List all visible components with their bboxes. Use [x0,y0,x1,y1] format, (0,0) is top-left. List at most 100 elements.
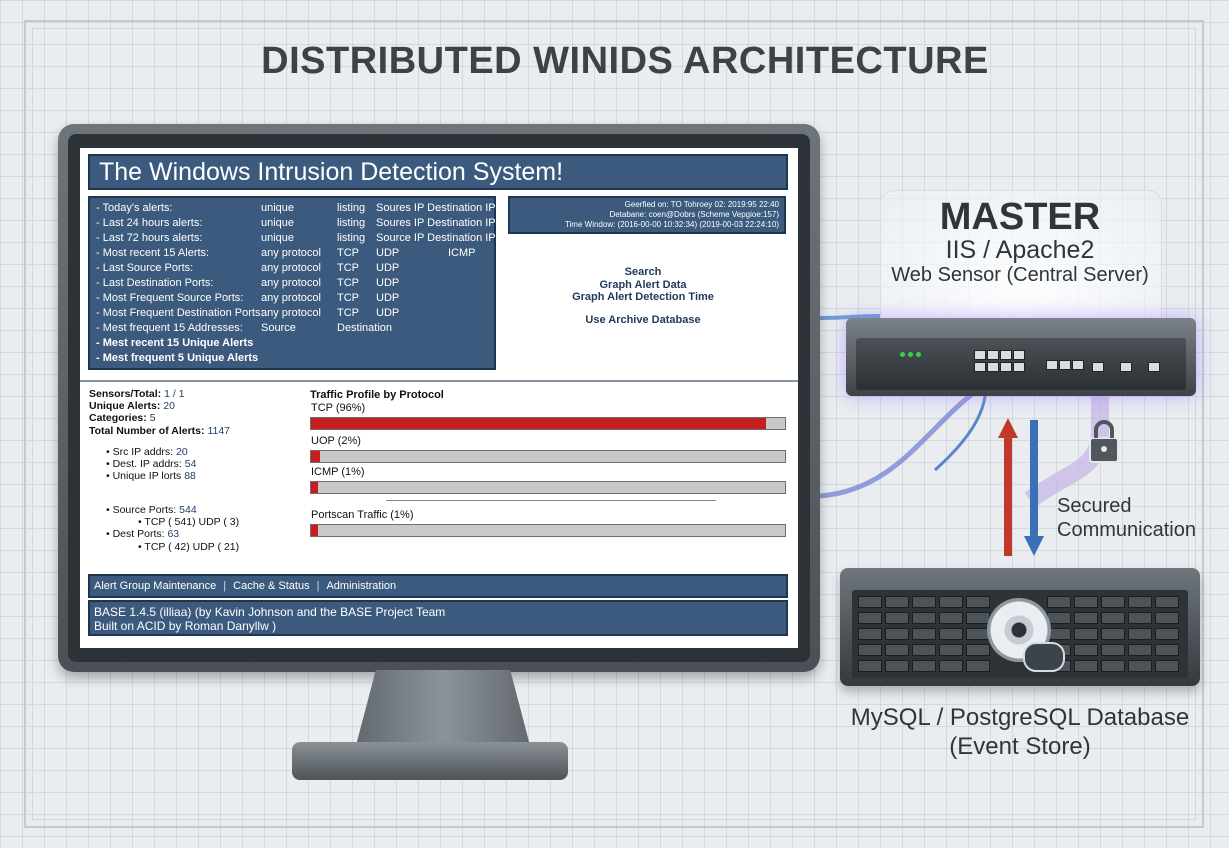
alert-menu-link[interactable]: any protocol [261,292,321,304]
traffic-bar [310,417,786,430]
alert-menu-link[interactable]: any protocol [261,262,321,274]
admin-links: Alert Group Maintenance | Cache & Status | A… [88,574,788,598]
alert-menu-label: - Last Destination Ports: [96,277,214,289]
search-link[interactable]: Search [508,266,778,279]
alert-menu-link[interactable]: Destination [337,322,392,334]
drive-bay [912,628,936,640]
traffic-bar-fill [311,525,319,536]
alert-menu-link[interactable]: Soures IP Destination IP [376,202,496,214]
server-front-panel [856,338,1186,390]
categories-value: 5 [149,412,156,425]
divider [80,380,798,382]
traffic-bar [310,450,786,463]
alert-menu-link[interactable]: TCP [337,292,359,304]
alert-menu-link[interactable]: listing [337,232,365,244]
alert-menu-link[interactable]: any protocol [261,307,321,319]
drive-bay [939,628,963,640]
total-alerts-value: 1147 [207,424,231,437]
drive-bay [1074,660,1098,672]
network-port [974,362,986,372]
unique-ip-value: 88 [184,470,196,483]
status-led [900,352,905,357]
alert-menu-link[interactable]: unique [261,202,294,214]
traffic-profile-title: Traffic Profile by Protocol [310,389,444,401]
drive-bay [966,644,990,656]
alert-menu-label[interactable]: - Mest recent 15 Unique Alerts [96,337,253,349]
master-title: MASTER [939,196,1101,238]
drive-bay [939,612,963,624]
database-title: MySQL / PostgreSQL Database [850,704,1190,731]
traffic-bar-label: UOP (2%) [311,435,361,447]
alert-menu-link[interactable]: UDP [376,292,399,304]
traffic-bar-fill [311,482,319,493]
drive-bay [939,596,963,608]
port-stats: • Source Ports: 544 • TCP ( 541) UDP ( 3… [106,504,240,553]
alert-menu: - Today's alerts: unique listing Soures IP … [88,196,496,370]
traffic-bar-label: TCP (96%) [311,402,366,414]
alert-menu-link[interactable]: TCP [337,262,359,274]
archive-database-link[interactable]: Use Archive Database [508,314,778,327]
alert-menu-label: - Last 72 hours alerts: [96,232,203,244]
graph-detection-time-link[interactable]: Graph Alert Detection Time [508,291,778,304]
alert-menu-link[interactable]: TCP [337,277,359,289]
drive-bay [1155,660,1179,672]
drive-bay [1155,596,1179,608]
alert-menu-link[interactable]: any protocol [261,277,321,289]
alert-menu-label: - Last 24 hours alerts: [96,217,203,229]
cache-status-link[interactable]: Cache & Status [233,580,309,592]
alert-group-maintenance-link[interactable]: Alert Group Maintenance [94,580,216,592]
alert-menu-link[interactable]: unique [261,232,294,244]
total-alerts-label: Total Number of Alerts: [89,424,205,437]
drive-bay [1155,612,1179,624]
alert-menu-label: - Most recent 15 Alerts: [96,247,210,259]
network-port [1059,360,1071,370]
alert-menu-link[interactable]: any protocol [261,247,321,259]
administration-link[interactable]: Administration [326,580,396,592]
alert-stats: Sensors/Total: 1 / 1 Unique Alerts: 20 C… [89,388,230,437]
drive-bay [885,644,909,656]
master-software: IIS / Apache2 [945,236,1095,264]
alert-menu-link[interactable]: listing [337,217,365,229]
alert-menu-link[interactable]: UDP [376,307,399,319]
alert-menu-link[interactable]: listing [337,202,365,214]
query-info-box: Geerfied on: TO Tohroey 02: 2019:95 22:4… [508,196,786,234]
status-led [908,352,913,357]
alert-menu-link[interactable]: unique [261,217,294,229]
dest-ports-label: Dest Ports: [112,528,165,541]
traffic-bar [310,481,786,494]
alert-menu-label[interactable]: - Mest frequent 5 Unique Alerts [96,352,258,364]
source-ports-label: Source Ports: [112,504,177,516]
unique-ip-label: Unique IP lorts [112,470,182,483]
drive-bay [939,660,963,672]
alert-menu-link[interactable]: ICMP [448,247,476,259]
drive-bay [1101,628,1125,640]
sfp-port [1148,362,1160,372]
alert-menu-link[interactable]: Source [261,322,296,334]
drive-bay [939,644,963,656]
graph-alert-data-link[interactable]: Graph Alert Data [508,279,778,292]
action-links: Search Graph Alert Data Graph Alert Dete… [508,266,778,326]
ip-stats: • Src IP addrs: 20 • Dest. IP addrs: 54 … [106,446,197,483]
alert-menu-link[interactable]: Soures IP Destination IP [376,217,496,229]
alert-menu-link[interactable]: UDP [376,247,399,259]
drive-bay [885,612,909,624]
drive-bay [1155,628,1179,640]
alert-menu-link[interactable]: UDP [376,262,399,274]
master-role: Web Sensor (Central Server) [891,264,1149,286]
drive-bay [858,644,882,656]
alert-menu-link[interactable]: TCP [337,307,359,319]
dest-ip-label: Dest. IP addrs: [112,458,182,471]
monitor-base [292,742,568,780]
dest-ip-value: 54 [184,458,197,471]
secured-communication-label: Secured Communication [1057,494,1196,542]
src-ip-value: 20 [176,446,188,458]
drive-bay [885,660,909,672]
alert-menu-link[interactable]: TCP [337,247,359,259]
version-line: BASE 1.4.5 (illiaa) (by Kavin Johnson an… [94,605,446,619]
alert-menu-link[interactable]: Source IP Destination IP [376,232,496,244]
time-window: Time Window: (2016-00-00 10:32:34) (2019… [564,220,779,229]
alert-menu-link[interactable]: UDP [376,277,399,289]
drive-bay [912,660,936,672]
arrow-up-icon [998,418,1018,556]
dest-ports-detail: TCP ( 42) UDP ( 21) [144,540,240,553]
